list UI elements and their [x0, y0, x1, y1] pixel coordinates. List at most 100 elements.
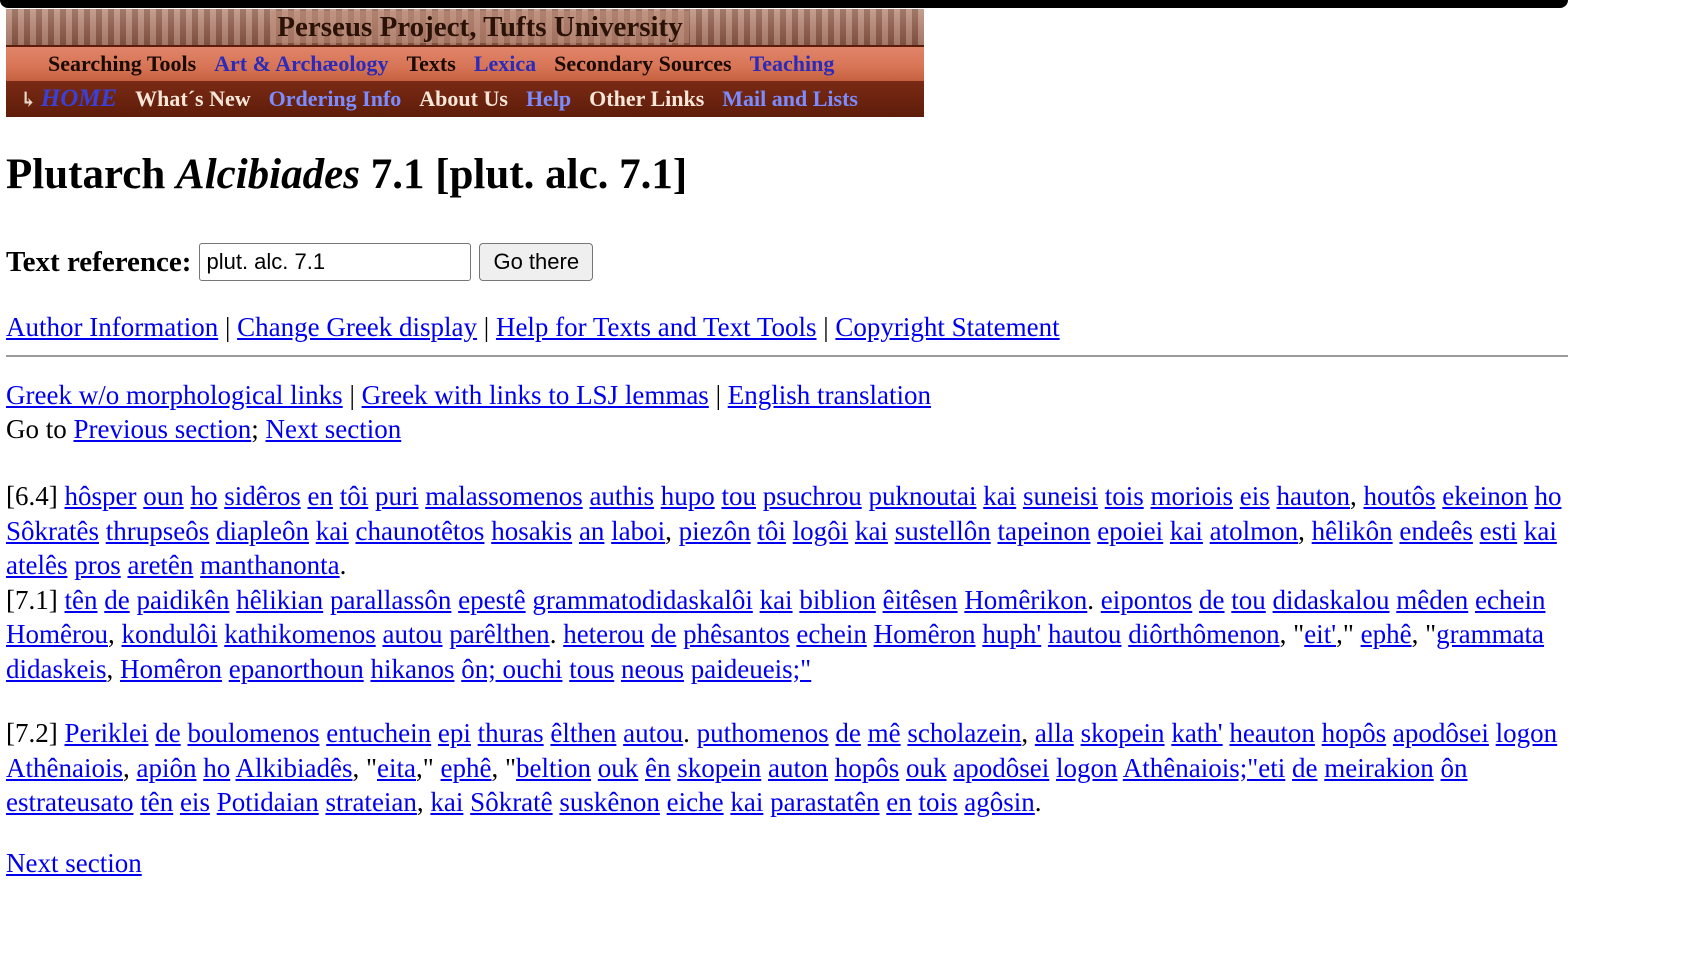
word-link[interactable]: epi	[438, 718, 471, 748]
word-link[interactable]: kai	[1524, 516, 1557, 546]
author-information-link[interactable]: Author Information	[6, 312, 218, 342]
word-link[interactable]: tôi	[757, 516, 786, 546]
word-link[interactable]: puri	[375, 481, 419, 511]
help-texts-tools-link[interactable]: Help for Texts and Text Tools	[496, 312, 817, 342]
word-link[interactable]: paideueis;"	[691, 654, 812, 684]
word-link[interactable]: echein	[1475, 585, 1545, 615]
word-link[interactable]: de	[835, 718, 860, 748]
word-link[interactable]: atelês	[6, 550, 67, 580]
word-link[interactable]: ôn	[1441, 753, 1468, 783]
word-link[interactable]: eis	[1240, 481, 1270, 511]
banner-link-about-us[interactable]: About Us	[419, 86, 508, 112]
word-link[interactable]: Homêrikon	[964, 585, 1087, 615]
word-link[interactable]: sidêros	[224, 481, 301, 511]
word-link[interactable]: apodôsei	[953, 753, 1049, 783]
word-link[interactable]: esti	[1480, 516, 1518, 546]
word-link[interactable]: en	[307, 481, 332, 511]
banner-link-searching-tools[interactable]: Searching Tools	[48, 51, 196, 77]
previous-section-link[interactable]: Previous section	[74, 414, 252, 444]
word-link[interactable]: auton	[768, 753, 828, 783]
word-link[interactable]: ôn; ouchi	[461, 654, 562, 684]
word-link[interactable]: boulomenos	[187, 718, 319, 748]
word-link[interactable]: eis	[180, 787, 210, 817]
word-link[interactable]: Homêrou	[6, 619, 108, 649]
word-link[interactable]: autou	[382, 619, 442, 649]
word-link[interactable]: de	[1199, 585, 1224, 615]
word-link[interactable]: echein	[796, 619, 866, 649]
word-link[interactable]: ephê	[441, 753, 492, 783]
english-translation-link[interactable]: English translation	[728, 380, 931, 410]
word-link[interactable]: eita	[377, 753, 416, 783]
word-link[interactable]: hosakis	[491, 516, 572, 546]
word-link[interactable]: authis	[589, 481, 654, 511]
word-link[interactable]: puknoutai	[868, 481, 976, 511]
word-link[interactable]: manthanonta	[200, 550, 339, 580]
word-link[interactable]: hautou	[1048, 619, 1122, 649]
word-link[interactable]: apiôn	[136, 753, 196, 783]
word-link[interactable]: parastatên	[770, 787, 879, 817]
word-link[interactable]: tôi	[340, 481, 369, 511]
word-link[interactable]: Homêron	[120, 654, 222, 684]
word-link[interactable]: tou	[1231, 585, 1266, 615]
word-link[interactable]: hikanos	[370, 654, 454, 684]
word-link[interactable]: Potidaian	[217, 787, 319, 817]
word-link[interactable]: scholazein	[907, 718, 1021, 748]
word-link[interactable]: de	[651, 619, 676, 649]
word-link[interactable]: an	[579, 516, 604, 546]
word-link[interactable]: eiche	[667, 787, 724, 817]
word-link[interactable]: piezôn	[679, 516, 751, 546]
word-link[interactable]: beltion	[516, 753, 591, 783]
word-link[interactable]: Athênaiois	[6, 753, 123, 783]
word-link[interactable]: Sôkratê	[470, 787, 552, 817]
word-link[interactable]: kath'	[1171, 718, 1222, 748]
word-link[interactable]: grammatodidaskalôi	[532, 585, 752, 615]
word-link[interactable]: Athênaiois;"eti	[1123, 753, 1286, 783]
banner-link-ordering-info[interactable]: Ordering Info	[269, 86, 402, 112]
word-link[interactable]: eit'	[1304, 619, 1336, 649]
word-link[interactable]: houtôs	[1364, 481, 1436, 511]
next-section-link[interactable]: Next section	[266, 414, 402, 444]
word-link[interactable]: kai	[983, 481, 1016, 511]
word-link[interactable]: autou	[623, 718, 683, 748]
word-link[interactable]: hêlikôn	[1312, 516, 1393, 546]
next-section-footer-link[interactable]: Next section	[6, 848, 142, 878]
word-link[interactable]: alla	[1035, 718, 1074, 748]
word-link[interactable]: epestê	[458, 585, 525, 615]
home-link[interactable]: HOME	[41, 85, 117, 113]
word-link[interactable]: atolmon	[1210, 516, 1299, 546]
word-link[interactable]: sustellôn	[895, 516, 991, 546]
banner-link-mail-and-lists[interactable]: Mail and Lists	[722, 86, 858, 112]
word-link[interactable]: epanorthoun	[229, 654, 364, 684]
word-link[interactable]: thrupseôs	[106, 516, 210, 546]
word-link[interactable]: logon	[1496, 718, 1558, 748]
word-link[interactable]: mêden	[1396, 585, 1468, 615]
greek-without-morph-link[interactable]: Greek w/o morphological links	[6, 380, 343, 410]
word-link[interactable]: biblion	[799, 585, 876, 615]
word-link[interactable]: skopein	[677, 753, 761, 783]
word-link[interactable]: hopôs	[835, 753, 900, 783]
banner-link-art-arch-ology[interactable]: Art & Archæology	[214, 51, 388, 77]
banner-link-what-s-new[interactable]: What´s New	[135, 86, 251, 112]
word-link[interactable]: hopôs	[1322, 718, 1387, 748]
word-link[interactable]: endeês	[1399, 516, 1472, 546]
word-link[interactable]: en	[886, 787, 911, 817]
word-link[interactable]: êlthen	[550, 718, 616, 748]
word-link[interactable]: parallassôn	[330, 585, 451, 615]
word-link[interactable]: malassomenos	[425, 481, 582, 511]
change-greek-display-link[interactable]: Change Greek display	[237, 312, 477, 342]
word-link[interactable]: hêlikian	[236, 585, 323, 615]
word-link[interactable]: Periklei	[64, 718, 148, 748]
word-link[interactable]: suneisi	[1023, 481, 1098, 511]
word-link[interactable]: suskênon	[559, 787, 660, 817]
word-link[interactable]: tên	[64, 585, 97, 615]
word-link[interactable]: tois	[919, 787, 958, 817]
word-link[interactable]: diôrthômenon	[1128, 619, 1279, 649]
go-there-button[interactable]: Go there	[479, 243, 594, 281]
word-link[interactable]: epoiei	[1097, 516, 1163, 546]
word-link[interactable]: ekeinon	[1442, 481, 1527, 511]
word-link[interactable]: pros	[74, 550, 121, 580]
word-link[interactable]: ouk	[598, 753, 639, 783]
word-link[interactable]: aretên	[127, 550, 193, 580]
word-link[interactable]: oun	[143, 481, 184, 511]
word-link[interactable]: strateian	[325, 787, 416, 817]
